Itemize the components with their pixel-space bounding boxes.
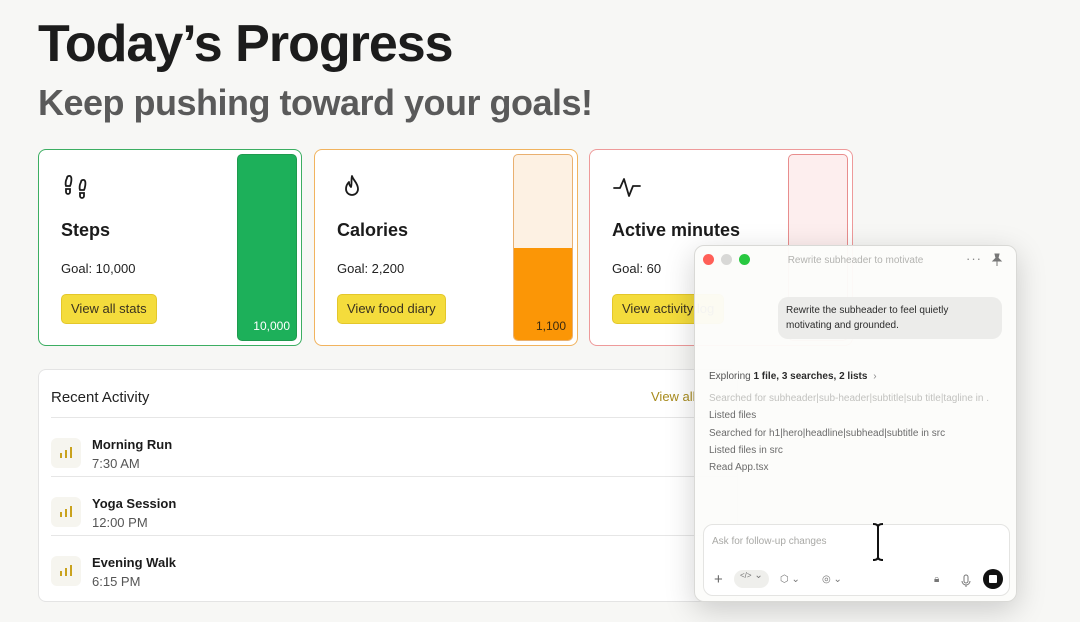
- microphone-icon[interactable]: [960, 572, 972, 590]
- input-placeholder: Ask for follow-up changes: [712, 536, 827, 547]
- pin-icon[interactable]: [990, 253, 1004, 267]
- bar-chart-icon: [51, 497, 81, 527]
- view-all-link[interactable]: View all: [651, 389, 696, 404]
- activity-time: 7:30 AM: [92, 456, 140, 471]
- log-line: Searched for h1|hero|headline|subhead|su…: [709, 428, 946, 439]
- log-line: Listed files: [709, 410, 757, 421]
- cube-icon: ⬡: [780, 573, 789, 585]
- activity-time: 12:00 PM: [92, 515, 148, 530]
- card-goal: Goal: 2,200: [337, 261, 405, 276]
- settings-dropdown[interactable]: ◎ ⌄: [822, 570, 842, 588]
- log-line: Listed files in src: [709, 445, 783, 456]
- list-item[interactable]: Evening Walk 6:15 PM: [51, 536, 737, 595]
- page-title: Today’s Progress: [38, 15, 454, 73]
- view-food-diary-button[interactable]: View food diary: [337, 294, 446, 324]
- chevron-down-icon: ⌄: [754, 570, 763, 581]
- follow-up-input[interactable]: Ask for follow-up changes + </> ⌄ ⬡ ⌄ ◎ …: [703, 524, 1010, 596]
- activity-name: Evening Walk: [92, 555, 177, 570]
- code-label: </>: [740, 571, 752, 580]
- stop-button[interactable]: [983, 569, 1003, 589]
- code-icon: </> ⌄: [734, 570, 769, 588]
- card-title: Active minutes: [612, 220, 741, 240]
- assistant-window: Rewrite subheader to motivate ··· Rewrit…: [694, 245, 1017, 602]
- card-goal: Goal: 60: [612, 261, 662, 276]
- progress-value: 10,000: [253, 319, 290, 333]
- card-title: Calories: [337, 220, 409, 240]
- calories-card: Calories Goal: 2,200 View food diary 1,1…: [314, 149, 578, 346]
- text-cursor-icon: [872, 522, 884, 562]
- chevron-down-icon: ⌄: [833, 573, 842, 585]
- more-options-icon[interactable]: ···: [966, 251, 982, 266]
- code-mode-dropdown[interactable]: </> ⌄: [734, 570, 769, 588]
- page-subtitle: Keep pushing toward your goals!: [38, 82, 593, 123]
- view-all-stats-button[interactable]: View all stats: [61, 294, 157, 324]
- activity-icon: [613, 178, 641, 197]
- bar-chart-icon: [51, 438, 81, 468]
- add-button[interactable]: +: [714, 570, 723, 588]
- recent-activity-panel: Recent Activity View all Morning Run 7:3…: [38, 369, 738, 602]
- recent-activity-title: Recent Activity: [51, 389, 150, 406]
- list-item[interactable]: Yoga Session 12:00 PM: [51, 477, 737, 536]
- footprints-icon: [64, 175, 87, 199]
- log-line: Read App.tsx: [709, 462, 769, 473]
- card-title: Steps: [61, 220, 111, 240]
- flame-icon: [345, 175, 359, 196]
- steps-card: Steps Goal: 10,000 View all stats 10,000: [38, 149, 302, 346]
- bar-chart-icon: [51, 556, 81, 586]
- activity-name: Morning Run: [92, 437, 173, 452]
- list-item[interactable]: Morning Run 7:30 AM: [51, 418, 737, 477]
- progress-bar: 10,000: [237, 154, 297, 341]
- card-goal: Goal: 10,000: [61, 261, 136, 276]
- exploring-prefix: Exploring: [709, 371, 754, 382]
- exploring-summary[interactable]: Exploring 1 file, 3 searches, 2 lists ›: [709, 371, 877, 382]
- progress-value: 1,100: [535, 319, 566, 333]
- lock-icon[interactable]: 🔒︎: [934, 570, 939, 588]
- chevron-right-icon: ›: [873, 371, 877, 382]
- activity-time: 6:15 PM: [92, 574, 141, 589]
- user-message: Rewrite the subheader to feel quietly mo…: [778, 297, 1002, 339]
- exploring-counts: 1 file, 3 searches, 2 lists: [753, 371, 868, 382]
- progress-bar: 1,100: [513, 154, 573, 341]
- model-dropdown[interactable]: ⬡ ⌄: [780, 570, 800, 588]
- log-line: Searched for subheader|sub-header|subtit…: [709, 393, 990, 404]
- activity-name: Yoga Session: [92, 496, 177, 511]
- chevron-down-icon: ⌄: [791, 573, 800, 585]
- progress-fill: [238, 155, 296, 340]
- globe-icon: ◎: [822, 573, 831, 585]
